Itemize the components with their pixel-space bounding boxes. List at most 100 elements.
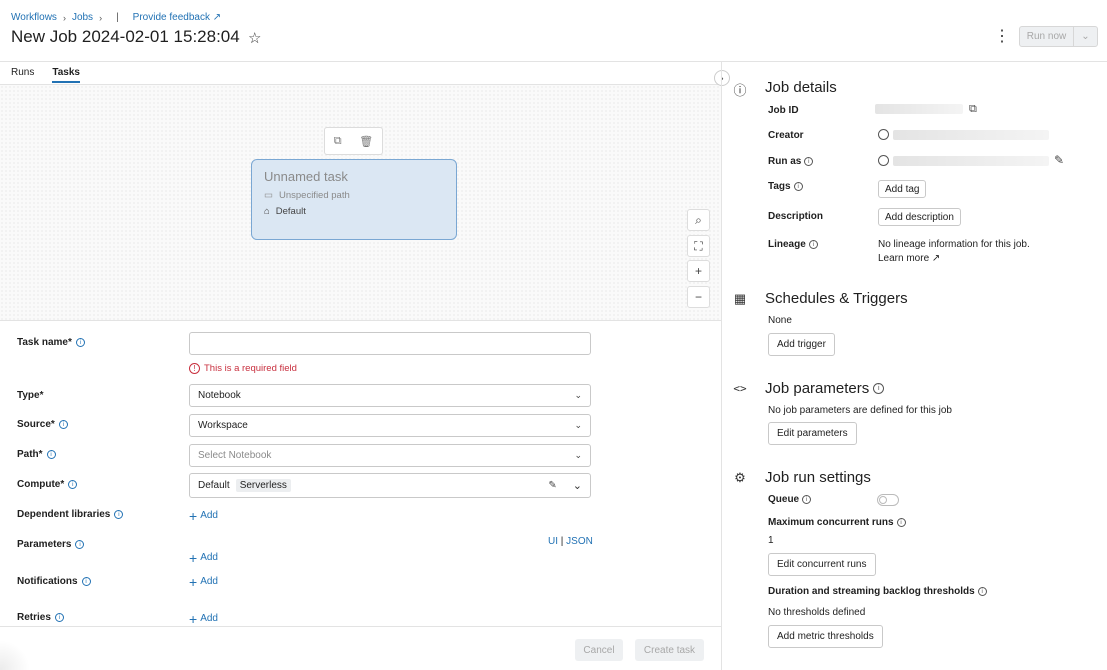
- info-icon[interactable]: i: [81, 577, 91, 586]
- zoom-out-icon[interactable]: −: [687, 286, 710, 308]
- error-icon: !: [189, 363, 200, 374]
- edit-concurrent-runs-button[interactable]: Edit concurrent runs: [768, 553, 876, 576]
- source-select[interactable]: Workspace ⌄: [189, 414, 591, 437]
- info-icon[interactable]: i: [802, 495, 812, 504]
- tags-label: Tags i: [768, 181, 803, 192]
- job-details-title: Job details: [765, 79, 837, 96]
- info-icon[interactable]: i: [804, 157, 814, 166]
- task-node[interactable]: Unnamed task ▭ Unspecified path ⌂ Defaul…: [251, 159, 457, 240]
- lineage-label: Lineage i: [768, 239, 818, 250]
- copy-icon[interactable]: ⧉: [334, 135, 342, 148]
- chevron-right-icon: ›: [99, 12, 103, 23]
- info-icon[interactable]: i: [808, 240, 818, 249]
- breadcrumb-jobs[interactable]: Jobs: [72, 12, 93, 23]
- plus-icon: +: [189, 573, 198, 590]
- calendar-icon: ▦: [733, 291, 747, 306]
- plus-icon: +: [189, 507, 198, 524]
- serverless-chip: Serverless: [235, 479, 291, 492]
- compute-select[interactable]: Default Serverless ✎ ⌄: [189, 473, 591, 498]
- avatar: [878, 129, 889, 143]
- info-icon[interactable]: i: [54, 613, 64, 622]
- copy-icon[interactable]: ⧉: [969, 103, 977, 116]
- info-icon[interactable]: i: [75, 338, 85, 347]
- source-label: Source* i: [17, 419, 68, 430]
- chevron-down-icon[interactable]: ⌄: [573, 479, 582, 492]
- page-title: New Job 2024-02-01 15:28:04: [11, 27, 240, 46]
- collapse-panel-icon[interactable]: ›: [714, 70, 730, 86]
- type-label: Type*: [17, 390, 44, 401]
- schedules-none: None: [768, 315, 792, 326]
- zoom-in-icon[interactable]: +: [687, 260, 710, 282]
- info-icon[interactable]: i: [977, 587, 987, 596]
- add-notification-button[interactable]: + Add: [189, 573, 218, 590]
- job-parameters-title: Job parameters i: [765, 380, 885, 397]
- add-tag-button[interactable]: Add tag: [878, 180, 927, 198]
- path-select[interactable]: Select Notebook ⌄: [189, 444, 591, 467]
- creator-label: Creator: [768, 130, 804, 141]
- info-icon[interactable]: i: [58, 420, 68, 429]
- job-id-value: [875, 104, 963, 114]
- info-circle-icon: ⓘ: [733, 83, 747, 98]
- task-node-path: ▭ Unspecified path: [264, 190, 350, 201]
- kebab-menu-icon[interactable]: ⋮: [994, 26, 1010, 46]
- divider: |: [116, 12, 119, 23]
- search-icon[interactable]: ⌕: [687, 209, 710, 231]
- pencil-icon[interactable]: ✎: [1054, 153, 1064, 167]
- notifications-label: Notifications i: [17, 576, 91, 587]
- info-icon[interactable]: i: [46, 450, 56, 459]
- info-icon[interactable]: i: [793, 182, 803, 191]
- type-select[interactable]: Notebook ⌄: [189, 384, 591, 407]
- info-icon[interactable]: i: [114, 510, 124, 519]
- queue-toggle[interactable]: [877, 494, 899, 506]
- compute-icon: ⌂: [264, 206, 270, 217]
- external-link-icon: ↗: [929, 253, 941, 264]
- create-task-button[interactable]: Create task: [635, 639, 704, 661]
- chevron-down-icon[interactable]: ⌄: [1074, 27, 1097, 46]
- run-now-button[interactable]: Run now ⌄: [1019, 26, 1098, 47]
- add-metric-thresholds-button[interactable]: Add metric thresholds: [768, 625, 883, 648]
- learn-more-link[interactable]: Learn more ↗: [878, 253, 940, 264]
- chevron-down-icon: ⌄: [574, 420, 582, 430]
- required-field-error: ! This is a required field: [189, 363, 297, 374]
- info-icon[interactable]: i: [896, 518, 906, 527]
- breadcrumb-workflows[interactable]: Workflows: [11, 12, 57, 23]
- dependent-libraries-label: Dependent libraries i: [17, 509, 124, 520]
- add-retry-button[interactable]: + Add: [189, 612, 218, 626]
- run-as-value: [893, 156, 1049, 166]
- provide-feedback-link[interactable]: Provide feedback ↗: [133, 12, 221, 23]
- info-icon[interactable]: i: [75, 540, 85, 549]
- edit-parameters-button[interactable]: Edit parameters: [768, 422, 857, 445]
- task-name-label: Task name* i: [17, 337, 85, 348]
- job-parameters-text: No job parameters are defined for this j…: [768, 405, 952, 416]
- tab-tasks[interactable]: Tasks: [52, 67, 80, 83]
- pencil-icon[interactable]: ✎: [548, 480, 556, 491]
- add-trigger-button[interactable]: Add trigger: [768, 333, 835, 356]
- info-icon[interactable]: i: [68, 480, 78, 489]
- info-icon[interactable]: i: [873, 383, 885, 394]
- retries-label: Retries i: [17, 612, 64, 623]
- avatar: [878, 155, 889, 169]
- tab-runs[interactable]: Runs: [11, 67, 34, 83]
- breadcrumb: Workflows › Jobs › | Provide feedback ↗: [11, 12, 221, 23]
- queue-label: Queue i: [768, 494, 812, 505]
- task-node-compute: ⌂ Default: [264, 206, 306, 217]
- node-toolbar: ⧉ 🗑︎: [324, 127, 383, 155]
- max-concurrent-label: Maximum concurrent runs i: [768, 517, 906, 528]
- schedules-title: Schedules & Triggers: [765, 290, 908, 307]
- ui-link[interactable]: UI: [548, 536, 558, 547]
- cancel-button[interactable]: Cancel: [575, 639, 623, 661]
- task-name-input[interactable]: [189, 332, 591, 355]
- fit-view-icon[interactable]: ⛶: [687, 235, 710, 257]
- code-icon: <>: [733, 382, 747, 395]
- star-icon[interactable]: ☆: [248, 29, 261, 47]
- trash-icon[interactable]: 🗑︎: [359, 135, 373, 148]
- compute-label: Compute* i: [17, 479, 78, 490]
- run-as-label: Run as i: [768, 156, 814, 167]
- json-link[interactable]: JSON: [566, 536, 593, 547]
- divider: [0, 626, 721, 627]
- run-now-label[interactable]: Run now: [1020, 27, 1074, 46]
- corner-shadow: [0, 640, 30, 670]
- add-library-button[interactable]: + Add: [189, 507, 218, 524]
- add-description-button[interactable]: Add description: [878, 208, 961, 226]
- add-parameter-button[interactable]: + Add: [189, 551, 218, 565]
